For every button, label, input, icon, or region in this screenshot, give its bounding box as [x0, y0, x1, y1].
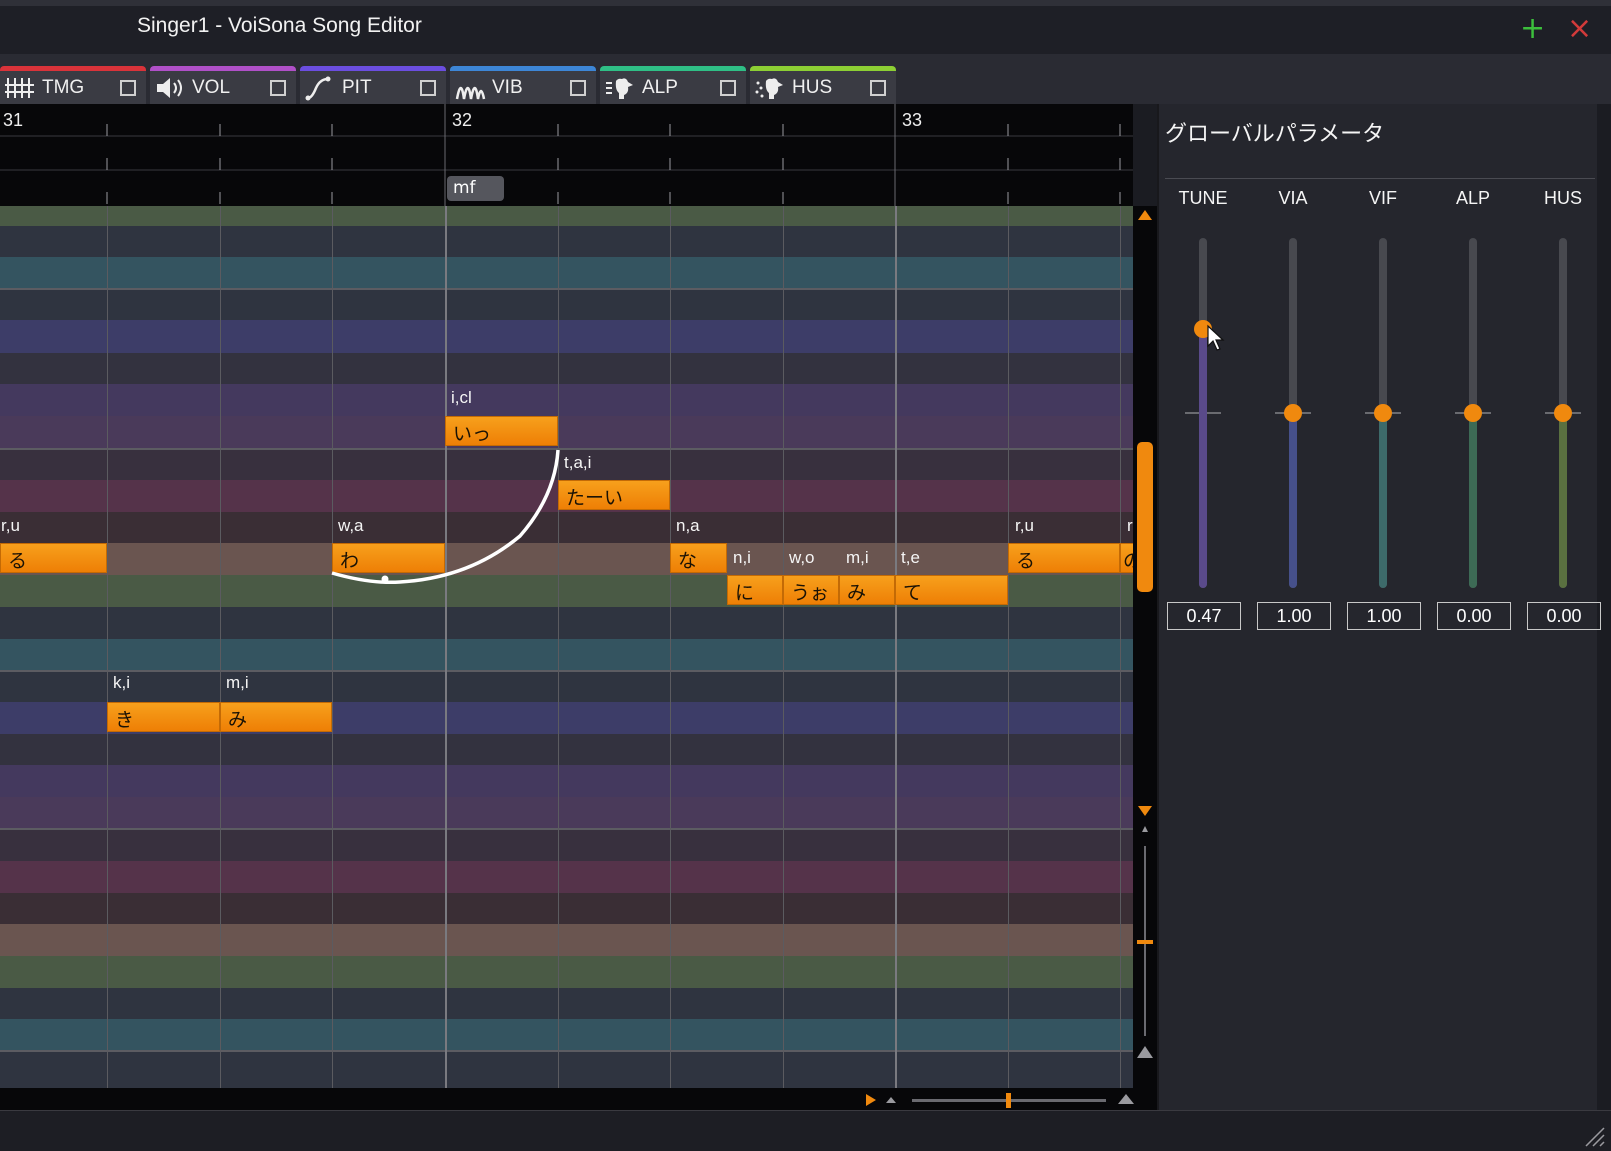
hzoom-controls [866, 1093, 1134, 1108]
slider-fill [1469, 413, 1477, 588]
hzoom-handle [1006, 1093, 1011, 1108]
param-slider[interactable] [1365, 238, 1401, 588]
param-label: TUNE [1178, 188, 1228, 208]
tab-vol[interactable]: VOL [150, 66, 296, 104]
slider-knob[interactable] [1284, 404, 1302, 422]
tab-label: VOL [192, 77, 231, 98]
slider-knob[interactable] [1464, 404, 1482, 422]
param-hus: HUS 0.00 [1523, 188, 1603, 630]
slider-fill [1199, 329, 1207, 588]
tab-pit[interactable]: PIT [300, 66, 446, 104]
param-via: VIA 1.00 [1253, 188, 1333, 630]
slider-fill [1379, 413, 1387, 588]
tab-label: VIB [492, 77, 523, 98]
slider-fill [1559, 413, 1567, 588]
piano-roll-editor[interactable]: 31 32 33 mf r,u w,a i,cl t,a,i n,a n,i w… [0, 104, 1133, 1108]
alpha-icon [606, 78, 633, 99]
ruler-lines [0, 104, 1133, 206]
panel-title: グローバルパラメータ [1165, 122, 1385, 147]
tab-checkbox[interactable] [720, 80, 736, 96]
vibrato-icon [455, 86, 486, 100]
bar-number: 33 [902, 110, 923, 130]
zoom-large-icon [1137, 1046, 1153, 1058]
param-slider[interactable] [1275, 238, 1311, 588]
param-alp: ALP 0.00 [1433, 188, 1513, 630]
parameter-tab-bar: TMG VOL PIT VIB ALP HUS [0, 54, 1611, 158]
tab-hus[interactable]: HUS [750, 66, 896, 104]
param-tune: TUNE 0.47 [1163, 188, 1243, 630]
pitch-curve[interactable] [0, 206, 1133, 1088]
tab-label: HUS [792, 77, 833, 98]
scroll-thumb [1137, 442, 1153, 592]
param-slider[interactable] [1455, 238, 1491, 588]
tab-checkbox[interactable] [420, 80, 436, 96]
close-window-button[interactable]: × [1567, 14, 1592, 44]
title-bar: Singer1 - VoiSona Song Editor + × [0, 0, 1611, 54]
zoom-handle [1137, 940, 1153, 944]
tab-checkbox[interactable] [870, 80, 886, 96]
window-title: Singer1 - VoiSona Song Editor [137, 14, 422, 37]
scroll-controls [1137, 210, 1153, 1058]
param-label: HUS [1543, 188, 1582, 208]
resize-grip-icon[interactable] [1583, 1125, 1605, 1147]
mouse-cursor-icon [1207, 324, 1225, 351]
param-slider[interactable] [1545, 238, 1581, 588]
status-bar [0, 1110, 1611, 1151]
param-slider[interactable] [1185, 238, 1221, 588]
vertical-scrollbar[interactable] [1133, 206, 1157, 1090]
param-value-field[interactable]: 1.00 [1257, 602, 1331, 630]
slider-fill [1289, 413, 1297, 588]
tab-label: PIT [342, 77, 372, 98]
horizontal-zoom-bar[interactable] [0, 1088, 1157, 1110]
timing-icon [5, 78, 34, 98]
bar-number: 32 [452, 110, 473, 130]
zoom-small-icon [1142, 826, 1148, 832]
tab-checkbox[interactable] [570, 80, 586, 96]
tab-label: ALP [642, 77, 678, 98]
global-parameter-panel: グローバルパラメータ TUNE 0.47 VIA 1.00 VIF 1.00 A… [1157, 104, 1601, 1110]
tab-vib[interactable]: VIB [450, 66, 596, 104]
tab-checkbox[interactable] [120, 80, 136, 96]
pitch-icon [305, 76, 331, 101]
timeline-ruler[interactable]: 31 32 33 mf [0, 104, 1133, 206]
panel-divider [1165, 178, 1595, 179]
scroll-down-arrow-icon [1138, 806, 1152, 816]
bar-number: 31 [3, 110, 24, 130]
tab-checkbox[interactable] [270, 80, 286, 96]
param-label: VIA [1278, 188, 1308, 208]
dynamics-mark[interactable]: mf [447, 176, 504, 201]
hzoom-small-icon [886, 1097, 896, 1103]
tab-alp[interactable]: ALP [600, 66, 746, 104]
param-value-field[interactable]: 0.00 [1527, 602, 1601, 630]
husky-icon [755, 78, 783, 99]
play-arrow-icon [866, 1094, 876, 1106]
scroll-up-arrow-icon [1138, 210, 1152, 220]
param-value-field[interactable]: 1.00 [1347, 602, 1421, 630]
param-value-field[interactable]: 0.00 [1437, 602, 1511, 630]
slider-knob[interactable] [1374, 404, 1392, 422]
note-grid[interactable]: r,u w,a i,cl t,a,i n,a n,i w,o m,i t,e r… [0, 206, 1133, 1088]
param-label: VIF [1368, 188, 1397, 208]
hzoom-large-icon [1118, 1094, 1134, 1104]
volume-icon [157, 78, 182, 98]
tab-label: TMG [42, 77, 85, 98]
tab-tmg[interactable]: TMG [0, 66, 146, 104]
add-window-button[interactable]: + [1520, 14, 1545, 44]
slider-knob[interactable] [1554, 404, 1572, 422]
param-label: ALP [1455, 188, 1491, 208]
param-value-field[interactable]: 0.47 [1167, 602, 1241, 630]
param-vif: VIF 1.00 [1343, 188, 1423, 630]
